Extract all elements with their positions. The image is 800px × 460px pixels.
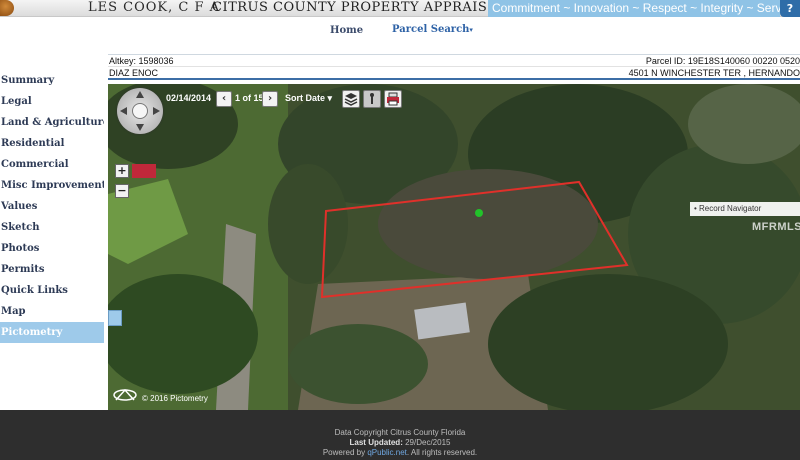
altkey: Altkey: 1598036 — [109, 56, 174, 66]
zoom-out-button[interactable]: − — [115, 184, 129, 198]
pictometry-viewer[interactable]: + − 02/14/2014 ‹ 1 of 15 › Sort Date ▾ •… — [108, 84, 800, 410]
aerial-image[interactable] — [108, 84, 800, 410]
page: LES COOK, C F A CITRUS COUNTY PROPERTY A… — [0, 0, 800, 460]
nav-home-link[interactable]: Home — [330, 25, 363, 36]
zoom-control: + − — [115, 160, 129, 202]
sidebar-item-map[interactable]: Map — [0, 301, 104, 322]
sidebar-item-summary[interactable]: Summary — [0, 70, 104, 91]
sidebar-item-permits[interactable]: Permits — [0, 259, 104, 280]
tagline: Commitment ~ Innovation ~ Respect ~ Inte… — [488, 0, 780, 17]
parcel-id: Parcel ID: 19E18S140060 00220 0520 — [645, 56, 800, 66]
sidebar-item-pictometry[interactable]: Pictometry — [0, 322, 104, 343]
sidebar-item-legal[interactable]: Legal — [0, 91, 104, 112]
sidebar-item-commercial[interactable]: Commercial — [0, 154, 104, 175]
footer-powered-suffix: . All rights reserved. — [406, 448, 478, 457]
owner-name: DIAZ ENOC — [109, 68, 159, 78]
image-date: 02/14/2014 — [166, 93, 212, 103]
imagery-copyright: © 2016 Pictometry — [142, 394, 208, 403]
footer-powered-link[interactable]: qPublic.net — [367, 448, 407, 457]
footer-last-updated-label: Last Updated: — [349, 438, 403, 447]
compass-rotate-control[interactable] — [117, 88, 163, 134]
header-banner: LES COOK, C F A CITRUS COUNTY PROPERTY A… — [0, 0, 800, 17]
zoom-in-button[interactable]: + — [115, 164, 129, 178]
office-title: CITRUS COUNTY PROPERTY APPRAISER — [212, 0, 508, 15]
image-count: 1 of 15 — [235, 93, 264, 103]
appraiser-name: LES COOK, C F A — [88, 0, 221, 15]
sidebar-item-quick-links[interactable]: Quick Links — [0, 280, 104, 301]
sidebar-item-land-agriculture[interactable]: Land & Agriculture — [0, 112, 104, 133]
footer-last-updated: Last Updated: 29/Dec/2015 — [0, 438, 800, 447]
pan-down-icon[interactable] — [136, 124, 144, 131]
sidebar-item-misc-improvements[interactable]: Misc Improvements — [0, 175, 104, 196]
panel-toggle-icon[interactable] — [108, 310, 122, 326]
record-navigator-button[interactable]: • Record Navigator — [690, 202, 800, 216]
pan-right-icon[interactable] — [153, 107, 160, 115]
compass-center-icon[interactable] — [132, 103, 148, 119]
property-address: 4501 N WINCHESTER TER , HERNANDO — [628, 68, 800, 78]
footer-powered-prefix: Powered by — [322, 448, 366, 457]
pan-left-icon[interactable] — [120, 107, 127, 115]
layers-icon[interactable] — [342, 90, 360, 108]
mls-watermark: MFRMLS — [752, 221, 800, 233]
footer-copyright: Data Copyright Citrus County Florida — [334, 428, 466, 437]
nav-parcel-search-label: Parcel Search — [392, 24, 470, 35]
parcel-info-row-owner: DIAZ ENOC 4501 N WINCHESTER TER , HERNAN… — [108, 67, 800, 80]
next-image-button[interactable]: › — [262, 91, 278, 107]
sidebar-item-photos[interactable]: Photos — [0, 238, 104, 259]
help-icon[interactable]: ? — [780, 0, 800, 17]
county-seal-logo — [0, 0, 14, 16]
top-nav: Home Parcel Search▾ — [0, 17, 800, 53]
footer-last-updated-value: 29/Dec/2015 — [405, 438, 451, 447]
sidebar-item-values[interactable]: Values — [0, 196, 104, 217]
parcel-marker — [475, 209, 483, 217]
nav-parcel-search-link[interactable]: Parcel Search▾ — [392, 24, 473, 35]
pictometry-logo-icon — [112, 386, 138, 404]
print-icon[interactable] — [384, 90, 402, 108]
parcel-info-strip: Altkey: 1598036 Parcel ID: 19E18S140060 … — [108, 54, 800, 80]
sidebar-item-residential[interactable]: Residential — [0, 133, 104, 154]
pan-up-icon[interactable] — [136, 91, 144, 98]
measure-icon[interactable] — [363, 90, 381, 108]
footer: Data Copyright Citrus County Florida Las… — [0, 410, 800, 460]
chevron-down-icon: ▾ — [469, 25, 473, 34]
parcel-info-row-ids: Altkey: 1598036 Parcel ID: 19E18S140060 … — [108, 55, 800, 67]
footer-powered-by: Powered by qPublic.net. All rights reser… — [0, 448, 800, 457]
sort-date-dropdown[interactable]: Sort Date ▾ — [285, 93, 332, 104]
sidebar-item-sketch[interactable]: Sketch — [0, 217, 104, 238]
previous-image-button[interactable]: ‹ — [216, 91, 232, 107]
